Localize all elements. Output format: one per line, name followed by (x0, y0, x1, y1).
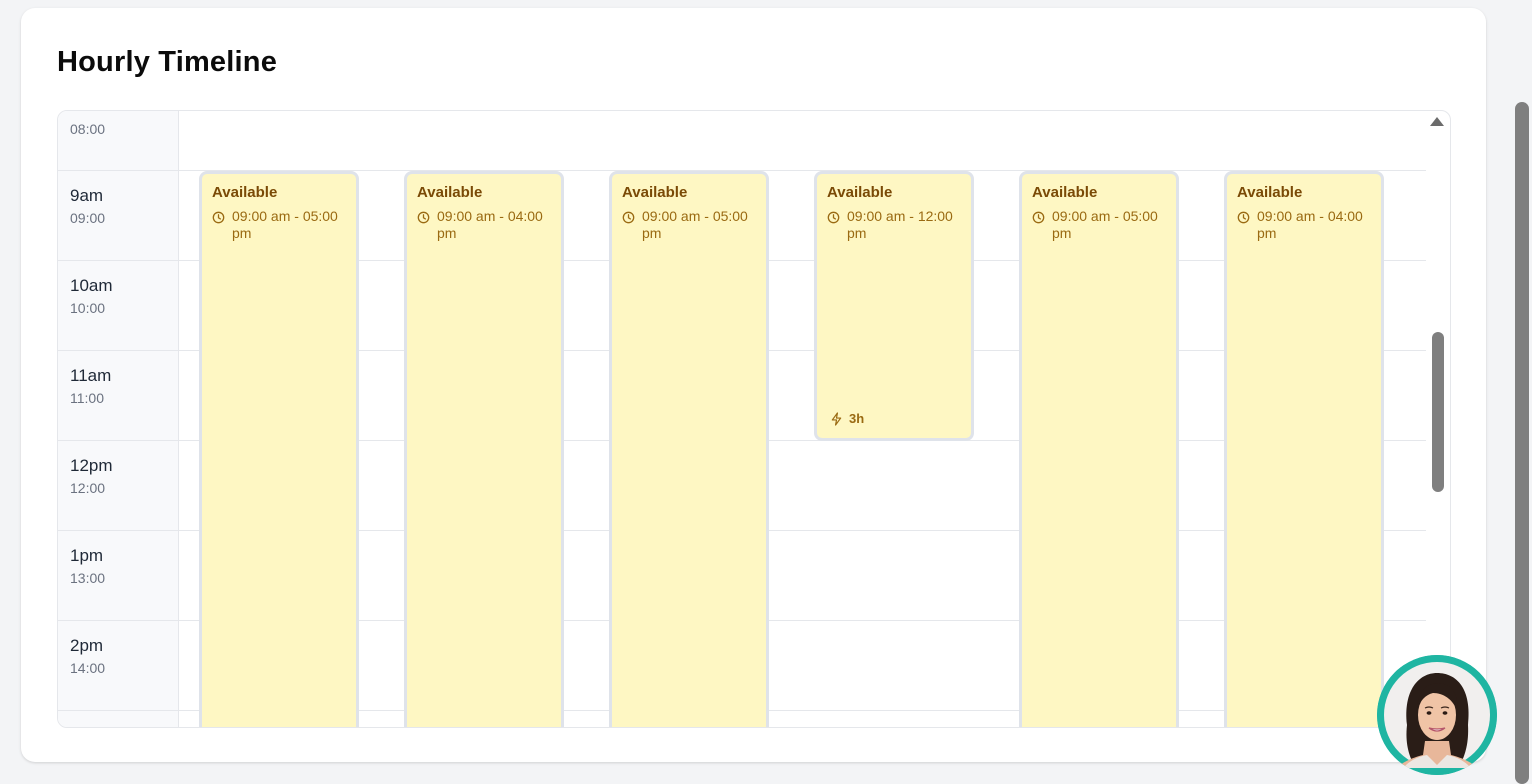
page-title: Hourly Timeline (57, 46, 278, 78)
block-time-range: 09:00 am - 05:00 pm (642, 208, 748, 241)
bolt-icon (831, 411, 842, 426)
hour-label: 9am (70, 186, 104, 205)
hour-row-11: 11am 11:00 (70, 366, 111, 407)
avatar-portrait-icon (1377, 655, 1497, 775)
timeline-scroll-thumb[interactable] (1432, 332, 1444, 492)
availability-block[interactable]: Available 09:00 am - 05:00 pm (199, 171, 359, 727)
block-time-range: 09:00 am - 04:00 pm (1257, 208, 1363, 241)
block-time-range: 09:00 am - 05:00 pm (1052, 208, 1158, 241)
block-time-row: 09:00 am - 05:00 pm (622, 208, 756, 242)
availability-block[interactable]: Available 09:00 am - 04:00 pm (404, 171, 564, 727)
hour-24h-label: 12:00 (70, 480, 106, 496)
assistant-avatar[interactable] (1377, 655, 1497, 775)
availability-block[interactable]: Available 09:00 am - 05:00 pm (609, 171, 769, 727)
hour-24h-label: 08:00 (70, 121, 106, 137)
clock-icon (1237, 211, 1250, 224)
hour-row-14: 2pm 14:00 (70, 636, 105, 677)
availability-block[interactable]: Available 09:00 am - 05:00 pm (1019, 171, 1179, 727)
block-time-row: 09:00 am - 05:00 pm (1032, 208, 1166, 242)
block-time-row: 09:00 am - 04:00 pm (1237, 208, 1371, 242)
hour-row-13: 1pm 13:00 (70, 546, 105, 587)
block-duration-label: 3h (849, 411, 865, 426)
block-time-range: 09:00 am - 05:00 pm (232, 208, 338, 241)
block-title: Available (417, 184, 483, 201)
scroll-up-arrow-icon[interactable] (1430, 117, 1444, 126)
hour-row-12: 12pm 12:00 (70, 456, 113, 497)
hour-row-10: 10am 10:00 (70, 276, 113, 317)
clock-icon (1032, 211, 1045, 224)
block-title: Available (622, 184, 688, 201)
hour-label: 1pm (70, 546, 104, 565)
page-scroll-thumb[interactable] (1515, 102, 1529, 784)
clock-icon (622, 211, 635, 224)
hour-24h-label: 13:00 (70, 570, 106, 586)
block-time-row: 09:00 am - 12:00 pm (827, 208, 961, 242)
block-title: Available (827, 184, 893, 201)
hour-row-09: 9am 09:00 (70, 186, 105, 227)
block-duration: 3h (830, 411, 864, 426)
hour-label: 12pm (70, 456, 113, 475)
block-time-row: 09:00 am - 04:00 pm (417, 208, 551, 242)
hour-24h-label: 10:00 (70, 300, 106, 316)
availability-block[interactable]: Available 09:00 am - 04:00 pm (1224, 171, 1384, 727)
clock-icon (827, 211, 840, 224)
clock-icon (212, 211, 225, 224)
block-title: Available (1032, 184, 1098, 201)
block-title: Available (1237, 184, 1303, 201)
hour-24h-label: 14:00 (70, 660, 106, 676)
availability-block[interactable]: Available 09:00 am - 12:00 pm 3h (814, 171, 974, 441)
block-title: Available (212, 184, 278, 201)
hour-label: 11am (70, 366, 112, 385)
block-time-range: 09:00 am - 04:00 pm (437, 208, 543, 241)
hour-24h-label: 11:00 (70, 390, 104, 406)
clock-icon (417, 211, 430, 224)
hour-label: 10am (70, 276, 113, 295)
hourly-timeline[interactable]: 08:00 9am 09:00 10am 10:00 11am 11:00 12… (57, 110, 1451, 728)
hour-row-08: 08:00 (70, 120, 105, 138)
block-time-range: 09:00 am - 12:00 pm (847, 208, 953, 241)
hour-label: 2pm (70, 636, 104, 655)
hour-24h-label: 09:00 (70, 210, 106, 226)
block-time-row: 09:00 am - 05:00 pm (212, 208, 346, 242)
